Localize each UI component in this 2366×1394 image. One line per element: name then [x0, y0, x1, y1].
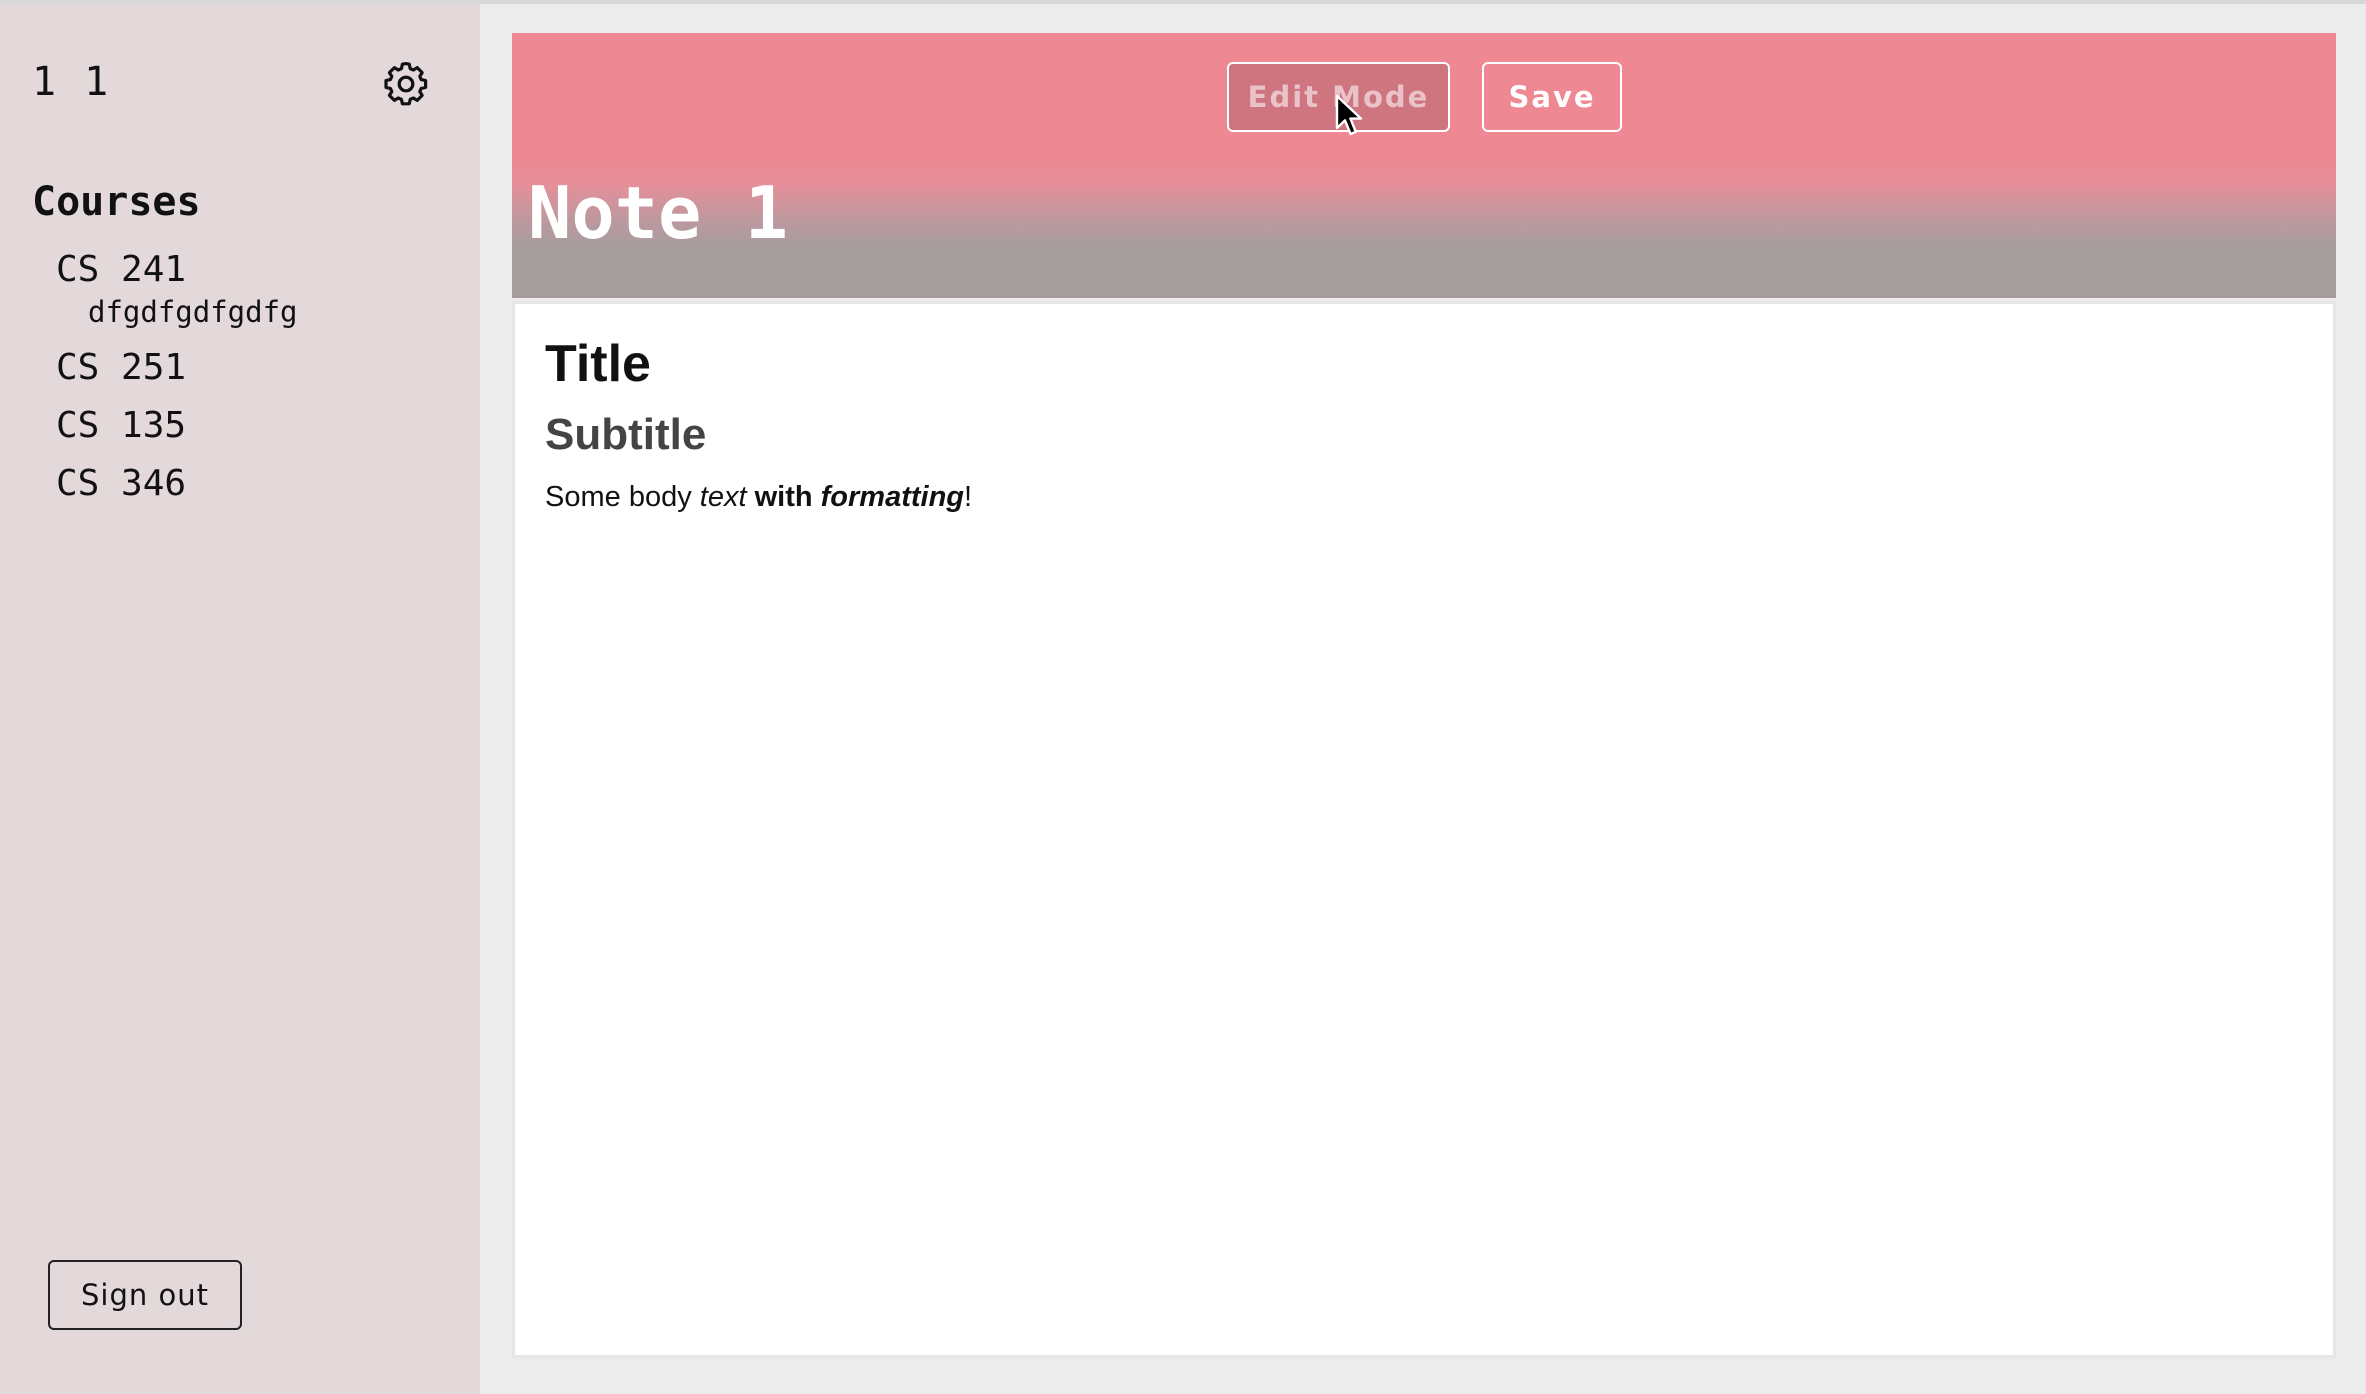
note-editor[interactable]: Title Subtitle Some body text with forma…: [512, 301, 2336, 1358]
course-list: CS 241 dfgdfgdfgdfg CS 251 CS 135 CS 346: [56, 248, 298, 506]
edit-mode-button[interactable]: Edit Mode: [1227, 62, 1450, 132]
settings-button[interactable]: [382, 60, 430, 108]
courses-heading: Courses: [32, 179, 201, 225]
sidebar-item-cs-241[interactable]: CS 241: [56, 248, 298, 292]
main-panel: Edit Mode Save Note 1 Title Subtitle Som…: [512, 33, 2336, 1359]
note-item-dfgdfgdfgdfg[interactable]: dfgdfgdfgdfg: [56, 292, 298, 332]
body-text-end: !: [964, 481, 973, 513]
gear-icon: [382, 60, 430, 108]
user-name: 1 1: [32, 59, 111, 105]
sign-out-button[interactable]: Sign out: [48, 1260, 242, 1330]
note-title: Note 1: [528, 171, 789, 255]
document-body: Some body text with formatting!: [545, 478, 972, 516]
body-text-space: [747, 481, 755, 513]
body-text-bold: with: [754, 481, 821, 513]
sidebar-item-cs-346[interactable]: CS 346: [56, 462, 298, 506]
sidebar-item-cs-251[interactable]: CS 251: [56, 346, 298, 390]
note-header: Edit Mode Save Note 1: [512, 33, 2336, 298]
sidebar-item-cs-135[interactable]: CS 135: [56, 404, 298, 448]
body-text-bold-italic: formatting: [820, 481, 964, 513]
sidebar: 1 1 Courses CS 241 dfgdfgdfgdfg CS 251 C…: [0, 4, 480, 1394]
save-button[interactable]: Save: [1482, 62, 1622, 132]
document-title: Title: [545, 335, 651, 393]
body-text-italic: text: [699, 481, 747, 513]
document-subtitle: Subtitle: [545, 410, 707, 459]
body-text-plain: Some body: [545, 481, 700, 513]
